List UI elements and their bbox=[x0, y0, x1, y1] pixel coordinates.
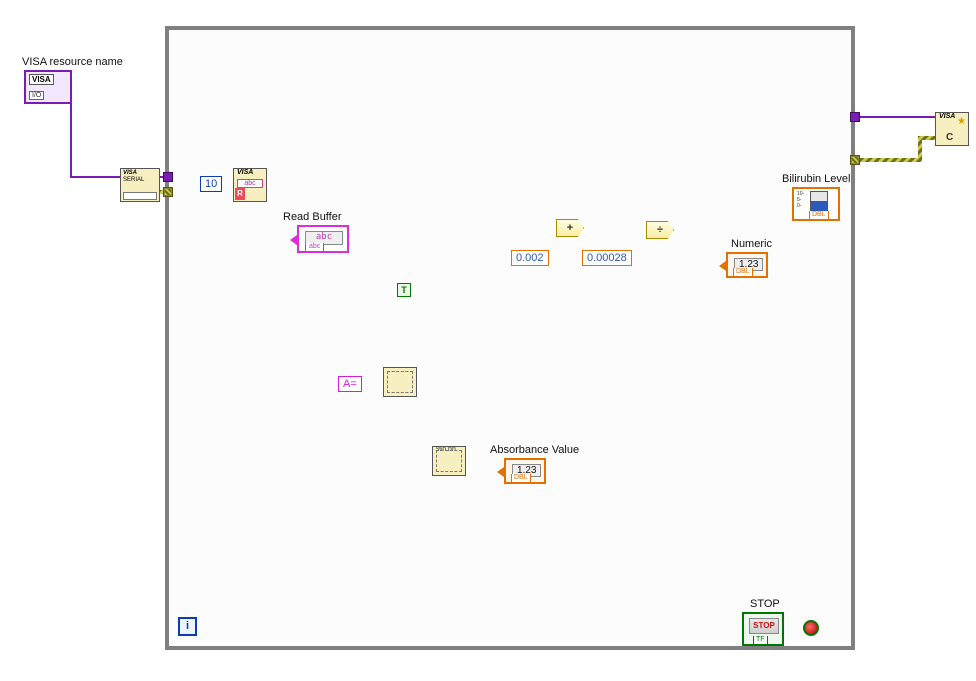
match-format-constant[interactable]: A= bbox=[338, 376, 362, 392]
visa-io-tag: I/O bbox=[29, 91, 44, 100]
offset-constant[interactable]: 0.002 bbox=[511, 250, 549, 266]
stop-face-icon: STOP bbox=[749, 618, 779, 634]
close-c-icon: C bbox=[946, 132, 953, 143]
numeric-indicator[interactable]: 1.23 DBL bbox=[726, 252, 768, 278]
while-loop: i bbox=[165, 26, 855, 650]
dbl-type-tag: DBL bbox=[809, 211, 829, 220]
abc-icon: abc bbox=[237, 179, 263, 188]
visa-text-icon: VISA bbox=[123, 170, 137, 176]
dbl-type-tag: DBL bbox=[511, 474, 531, 483]
indicator-arrow-icon bbox=[497, 467, 504, 477]
tunnel-error-in bbox=[163, 187, 173, 197]
bilirubin-level-indicator[interactable]: 10- 5- 0- DBL bbox=[792, 187, 840, 221]
tunnel-visa-out bbox=[850, 112, 860, 122]
string-type-tag: abc bbox=[305, 243, 324, 252]
read-buffer-indicator[interactable]: abc abc bbox=[297, 225, 349, 253]
read-buffer-label: Read Buffer bbox=[283, 211, 342, 223]
numeric-label: Numeric bbox=[731, 238, 772, 250]
visa-close-node[interactable]: VISA ★ C bbox=[935, 112, 969, 146]
visa-resource-name-label: VISA resource name bbox=[22, 56, 123, 68]
bool-type-tag: TF bbox=[753, 636, 768, 645]
dbl-type-tag: DBL bbox=[733, 268, 753, 277]
indicator-arrow-icon bbox=[719, 261, 726, 271]
close-spark-icon: ★ bbox=[957, 116, 966, 127]
serial-text-icon: SERIAL bbox=[123, 177, 144, 183]
loop-condition-terminal bbox=[803, 620, 819, 636]
tunnel-visa-in bbox=[163, 172, 173, 182]
format-nn-icon: %n.nn bbox=[436, 446, 456, 453]
stop-label: STOP bbox=[750, 598, 780, 610]
visa-resource-name-control[interactable]: VISA I/O bbox=[24, 70, 72, 104]
read-r-icon: R bbox=[235, 188, 245, 200]
scan-from-string-node[interactable]: %n.nn bbox=[432, 446, 466, 476]
visa-icon: VISA bbox=[29, 74, 54, 85]
visa-text-icon: VISA bbox=[237, 169, 253, 176]
serial-port-icon bbox=[123, 192, 157, 200]
iteration-terminal: i bbox=[178, 617, 197, 636]
divisor-constant[interactable]: 0.00028 bbox=[582, 250, 632, 266]
tank-scale-icon: 10- 5- 0- bbox=[797, 191, 807, 213]
visa-text-icon: VISA bbox=[939, 113, 955, 120]
match-pattern-node[interactable] bbox=[383, 367, 417, 397]
absorbance-value-indicator[interactable]: 1.23 DBL bbox=[504, 458, 546, 484]
bilirubin-level-label: Bilirubin Level bbox=[782, 173, 850, 185]
stop-button[interactable]: STOP TF bbox=[742, 612, 784, 646]
indicator-arrow-icon bbox=[290, 235, 297, 245]
visa-read-node[interactable]: VISA abc R bbox=[233, 168, 267, 202]
tank-icon bbox=[810, 191, 828, 213]
true-constant[interactable]: T bbox=[397, 283, 411, 297]
visa-configure-serial-port-node[interactable]: VISA SERIAL bbox=[120, 168, 160, 202]
tunnel-error-out bbox=[850, 155, 860, 165]
absorbance-value-label: Absorbance Value bbox=[490, 444, 579, 456]
byte-count-constant[interactable]: 10 bbox=[200, 176, 222, 192]
